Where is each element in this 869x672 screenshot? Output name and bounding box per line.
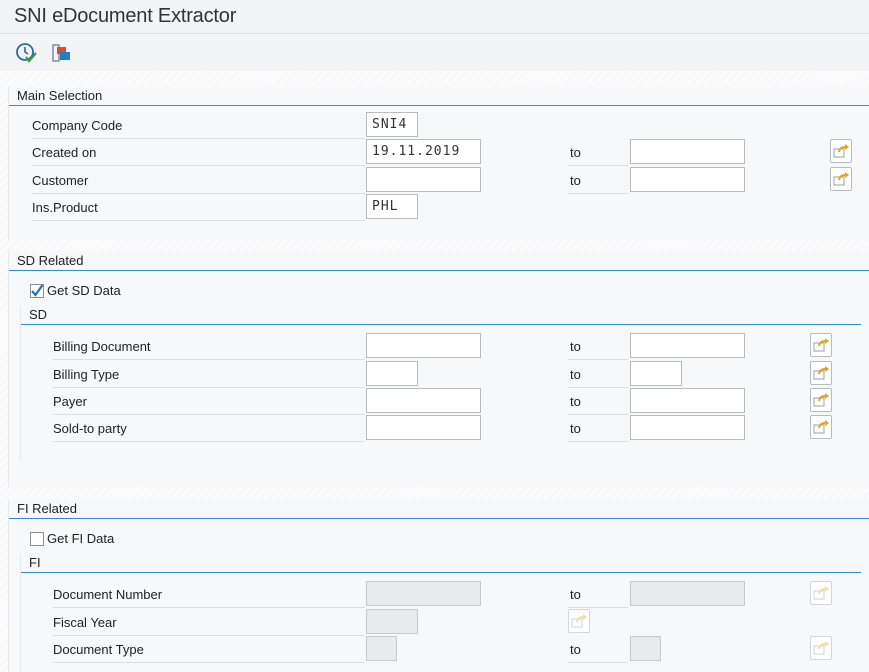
group-header-fi-related: FI Related <box>9 499 869 519</box>
get-variant-button[interactable] <box>50 41 74 65</box>
label-created-on: Created on <box>32 139 365 166</box>
label-sold-to-party: Sold-to party <box>53 415 365 442</box>
document-type-to-field[interactable] <box>630 636 661 661</box>
label-to: to <box>568 388 628 415</box>
label-billing-type: Billing Type <box>53 361 365 388</box>
sold-to-party-multiple-selection-button[interactable] <box>810 415 832 439</box>
multiple-selection-icon <box>813 392 830 407</box>
billing-document-to-field[interactable] <box>630 333 745 358</box>
multiple-selection-icon <box>571 613 588 628</box>
document-type-from-field[interactable] <box>366 636 397 661</box>
label-billing-document: Billing Document <box>53 333 365 360</box>
multiple-selection-icon <box>813 337 830 352</box>
sold-to-party-from-field[interactable] <box>366 415 481 440</box>
window-title: SNI eDocument Extractor <box>14 5 237 27</box>
billing-document-multiple-selection-button[interactable] <box>810 333 832 357</box>
get-sd-data-checkbox[interactable] <box>30 284 44 298</box>
multiple-selection-icon <box>833 143 850 158</box>
created-on-from-field[interactable]: 19.11.2019 <box>366 139 481 164</box>
get-sd-data-label: Get SD Data <box>47 283 121 298</box>
label-to: to <box>568 139 628 166</box>
label-company-code: Company Code <box>32 112 365 139</box>
multiple-selection-icon <box>813 585 830 600</box>
label-document-type: Document Type <box>53 636 365 663</box>
group-header-sd: SD <box>21 305 861 325</box>
execute-button[interactable] <box>14 41 38 65</box>
get-fi-data-label: Get FI Data <box>47 531 115 546</box>
sold-to-party-to-field[interactable] <box>630 415 745 440</box>
label-payer: Payer <box>53 388 365 415</box>
billing-document-from-field[interactable] <box>366 333 481 358</box>
label-to: to <box>568 415 628 442</box>
customer-from-field[interactable] <box>366 167 481 192</box>
label-ins-product: Ins.Product <box>32 194 365 221</box>
checkmark-icon <box>31 284 44 297</box>
selection-screen: Main Selection Company Code SNI4 Created… <box>0 71 869 672</box>
variants-icon <box>52 44 70 62</box>
label-document-number: Document Number <box>53 581 365 608</box>
billing-type-multiple-selection-button[interactable] <box>810 361 832 385</box>
label-to: to <box>568 167 628 194</box>
payer-to-field[interactable] <box>630 388 745 413</box>
company-code-field[interactable]: SNI4 <box>366 112 418 137</box>
multiple-selection-icon <box>813 419 830 434</box>
label-customer: Customer <box>32 167 365 194</box>
label-to: to <box>568 636 628 663</box>
label-fiscal-year: Fiscal Year <box>53 609 365 636</box>
multiple-selection-icon <box>813 640 830 655</box>
group-header-fi: FI <box>21 553 861 573</box>
ins-product-field[interactable]: PHL <box>366 194 418 219</box>
payer-multiple-selection-button[interactable] <box>810 388 832 412</box>
billing-type-from-field[interactable] <box>366 361 418 386</box>
billing-type-to-field[interactable] <box>630 361 682 386</box>
document-number-multiple-selection-button[interactable] <box>810 581 832 605</box>
label-to: to <box>568 333 628 360</box>
customer-multiple-selection-button[interactable] <box>830 167 852 191</box>
title-bar: SNI eDocument Extractor <box>0 0 869 34</box>
document-number-to-field[interactable] <box>630 581 745 606</box>
customer-to-field[interactable] <box>630 167 745 192</box>
fiscal-year-field[interactable] <box>366 609 418 634</box>
document-type-multiple-selection-button[interactable] <box>810 636 832 660</box>
label-to: to <box>568 581 628 608</box>
label-to: to <box>568 361 628 388</box>
group-header-sd-related: SD Related <box>9 251 869 271</box>
fiscal-year-multiple-selection-button[interactable] <box>568 609 590 633</box>
document-number-from-field[interactable] <box>366 581 481 606</box>
multiple-selection-icon <box>813 365 830 380</box>
multiple-selection-icon <box>833 171 850 186</box>
created-on-multiple-selection-button[interactable] <box>830 139 852 163</box>
get-fi-data-checkbox[interactable] <box>30 532 44 546</box>
toolbar <box>0 35 869 71</box>
created-on-to-field[interactable] <box>630 139 745 164</box>
group-header-main-selection: Main Selection <box>9 86 869 106</box>
execute-clock-icon <box>16 43 37 63</box>
payer-from-field[interactable] <box>366 388 481 413</box>
